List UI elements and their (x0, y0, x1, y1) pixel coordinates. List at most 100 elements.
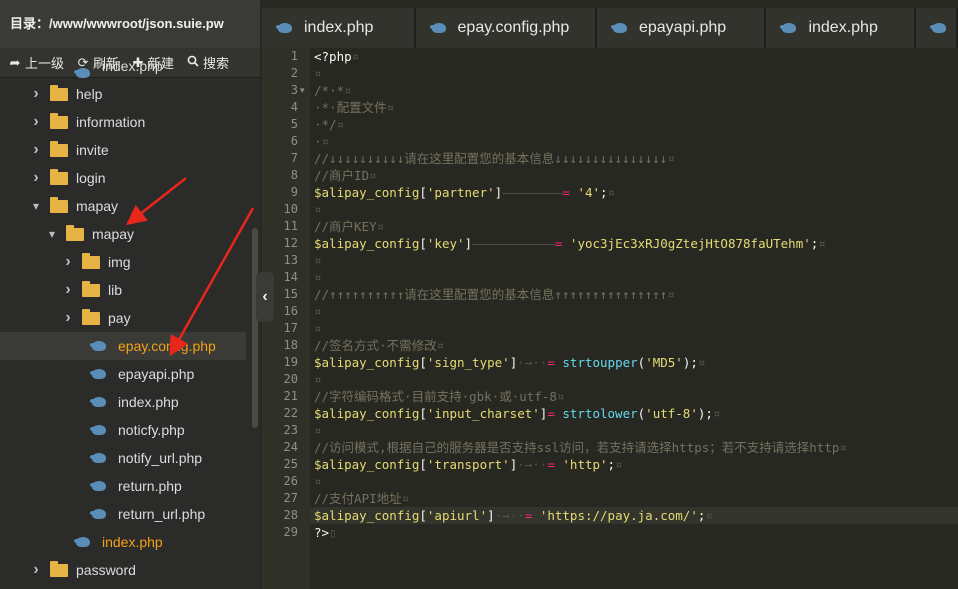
code-line[interactable]: //↑↑↑↑↑↑↑↑↑↑请在这里配置您的基本信息↑↑↑↑↑↑↑↑↑↑↑↑↑↑↑¤ (314, 286, 675, 303)
editor-tab[interactable] (916, 8, 956, 48)
tree-folder-item[interactable]: › lib (0, 276, 246, 304)
code-line[interactable]: $alipay_config['transport']·→··= 'http';… (314, 456, 623, 473)
tree-item-label: img (108, 254, 131, 270)
code-token: ¤ (314, 321, 322, 336)
code-token: ¤ (321, 134, 330, 149)
tree-folder-item[interactable]: › pay (0, 304, 246, 332)
code-line[interactable]: ¤ (314, 65, 322, 82)
code-token: ¤ (314, 270, 322, 285)
tab-label: epay.config.php (457, 19, 570, 36)
editor-tab[interactable]: index.php (766, 8, 914, 48)
tree-folder-item[interactable]: ▾ mapay (0, 220, 246, 248)
chevron-right-icon[interactable]: › (28, 113, 44, 131)
tree-file-item[interactable]: epayapi.php (0, 360, 246, 388)
code-line[interactable]: //商户KEY¤ (314, 218, 384, 235)
code-editor[interactable]: 1 2 3 ▾ 4 5 6 7 8 9 10 11 12 13 14 15 16 17 18 19 20 21 22 23 24… (262, 48, 958, 589)
code-line[interactable]: $alipay_config['apiurl']·→··= 'https://p… (314, 507, 713, 524)
code-token: ¤ (705, 508, 713, 523)
code-token: strtoupper (562, 355, 638, 370)
code-line[interactable]: //支付API地址¤ (314, 490, 409, 507)
chevron-right-icon[interactable]: › (60, 309, 76, 327)
tree-item-label: noticfy.php (118, 422, 185, 438)
php-file-icon (74, 67, 92, 79)
code-line[interactable]: $alipay_config['partner']————————= '4';¤ (314, 184, 615, 201)
code-token: ¤ (607, 185, 616, 200)
code-line[interactable]: ·¤ (314, 133, 329, 150)
tree-folder-item[interactable]: › password (0, 556, 246, 584)
code-line[interactable]: ¤ (314, 303, 322, 320)
tree-file-item[interactable]: index.php (0, 58, 246, 80)
tree-file-item[interactable]: return_url.php (0, 500, 246, 528)
code-line[interactable]: $alipay_config['key']———————————= 'yoc3j… (314, 235, 826, 252)
code-line[interactable]: //访问模式,根据自己的服务器是否支持ssl访问，若支持请选择https；若不支… (314, 439, 847, 456)
code-line[interactable]: ¤ (314, 252, 322, 269)
line-number: 25 (283, 457, 298, 471)
editor-tab-bar: index.php epay.config.php epayapi.php index… (262, 8, 958, 48)
chevron-right-icon[interactable]: › (28, 141, 44, 159)
code-line[interactable]: /*·*¤ (314, 82, 352, 99)
code-line[interactable]: $alipay_config['sign_type']·→··= strtoup… (314, 354, 705, 371)
php-file-icon (90, 480, 108, 492)
collapse-sidebar-handle[interactable]: ‹ (256, 272, 274, 322)
fold-toggle-icon[interactable]: ▾ (300, 82, 310, 99)
code-line[interactable]: //↓↓↓↓↓↓↓↓↓↓请在这里配置您的基本信息↓↓↓↓↓↓↓↓↓↓↓↓↓↓↓¤ (314, 150, 675, 167)
code-line[interactable]: ?>▯ (314, 524, 337, 541)
chevron-right-icon[interactable]: › (28, 561, 44, 579)
tree-file-item[interactable]: index.php (0, 388, 246, 416)
tree-file-item[interactable]: noticfy.php (0, 416, 246, 444)
tree-file-item[interactable]: return.php (0, 472, 246, 500)
code-token: ); (697, 406, 713, 421)
code-token: ¤ (351, 49, 360, 64)
editor-tab[interactable]: index.php (262, 8, 414, 48)
chevron-right-icon[interactable]: › (60, 253, 76, 271)
code-line[interactable]: ¤ (314, 269, 322, 286)
editor-tab[interactable]: epayapi.php (596, 8, 765, 48)
folder-icon (50, 84, 68, 101)
code-line[interactable]: <?php¤ (314, 48, 359, 65)
tree-item-label: help (76, 86, 103, 102)
tree-item-label: mapay (76, 198, 119, 214)
tree-item-label: lib (108, 282, 123, 298)
code-token: ¤ (697, 355, 706, 370)
folder-icon (50, 112, 68, 129)
tree-folder-item[interactable]: ▾ mapay (0, 192, 246, 220)
chevron-right-icon[interactable]: › (28, 85, 44, 103)
code-line[interactable]: $alipay_config['input_charset']= strtolo… (314, 405, 720, 422)
code-line[interactable]: ·*·配置文件¤ (314, 99, 394, 116)
code-line[interactable]: ·*/¤ (314, 116, 344, 133)
code-token: <?php (314, 49, 352, 64)
chevron-right-icon[interactable]: › (28, 169, 44, 187)
folder-icon (66, 224, 84, 241)
line-number: 13 (283, 253, 298, 267)
code-token: ¤ (818, 236, 826, 251)
code-token: ·*·配置文件 (314, 100, 387, 115)
code-token: [ (419, 236, 427, 251)
code-line[interactable]: ¤ (314, 422, 322, 439)
tree-item-label: index.php (102, 534, 163, 550)
tree-file-item[interactable]: epay.config.php (0, 332, 246, 360)
chevron-down-icon[interactable]: ▾ (28, 199, 44, 213)
line-number: 19 (283, 355, 298, 369)
code-line[interactable]: ¤ (314, 473, 322, 490)
file-tree-scroll-thumb[interactable] (252, 228, 258, 428)
editor-tab[interactable]: epay.config.php (415, 8, 595, 48)
code-line[interactable]: ¤ (314, 371, 322, 388)
tree-file-item[interactable]: notify_url.php (0, 444, 246, 472)
line-number: 23 (283, 423, 298, 437)
code-line[interactable]: ¤ (314, 201, 322, 218)
code-line[interactable]: //签名方式·不需修改¤ (314, 337, 444, 354)
code-line[interactable]: //字符编码格式·目前支持·gbk·或·utf-8¤ (314, 388, 564, 405)
chevron-right-icon[interactable]: › (60, 281, 76, 299)
tree-file-item[interactable]: index.php (0, 528, 246, 556)
tree-folder-item[interactable]: › img (0, 248, 246, 276)
line-number: 26 (283, 474, 298, 488)
tree-folder-item[interactable]: › help (0, 80, 246, 108)
tree-folder-item[interactable]: › information (0, 108, 246, 136)
tree-item-label: index.php (102, 58, 163, 74)
tree-folder-item[interactable]: › login (0, 164, 246, 192)
tree-folder-item[interactable]: › invite (0, 136, 246, 164)
code-line[interactable]: //商户ID¤ (314, 167, 377, 184)
line-number: 28 (283, 508, 298, 522)
chevron-down-icon[interactable]: ▾ (44, 227, 60, 241)
code-line[interactable]: ¤ (314, 320, 322, 337)
